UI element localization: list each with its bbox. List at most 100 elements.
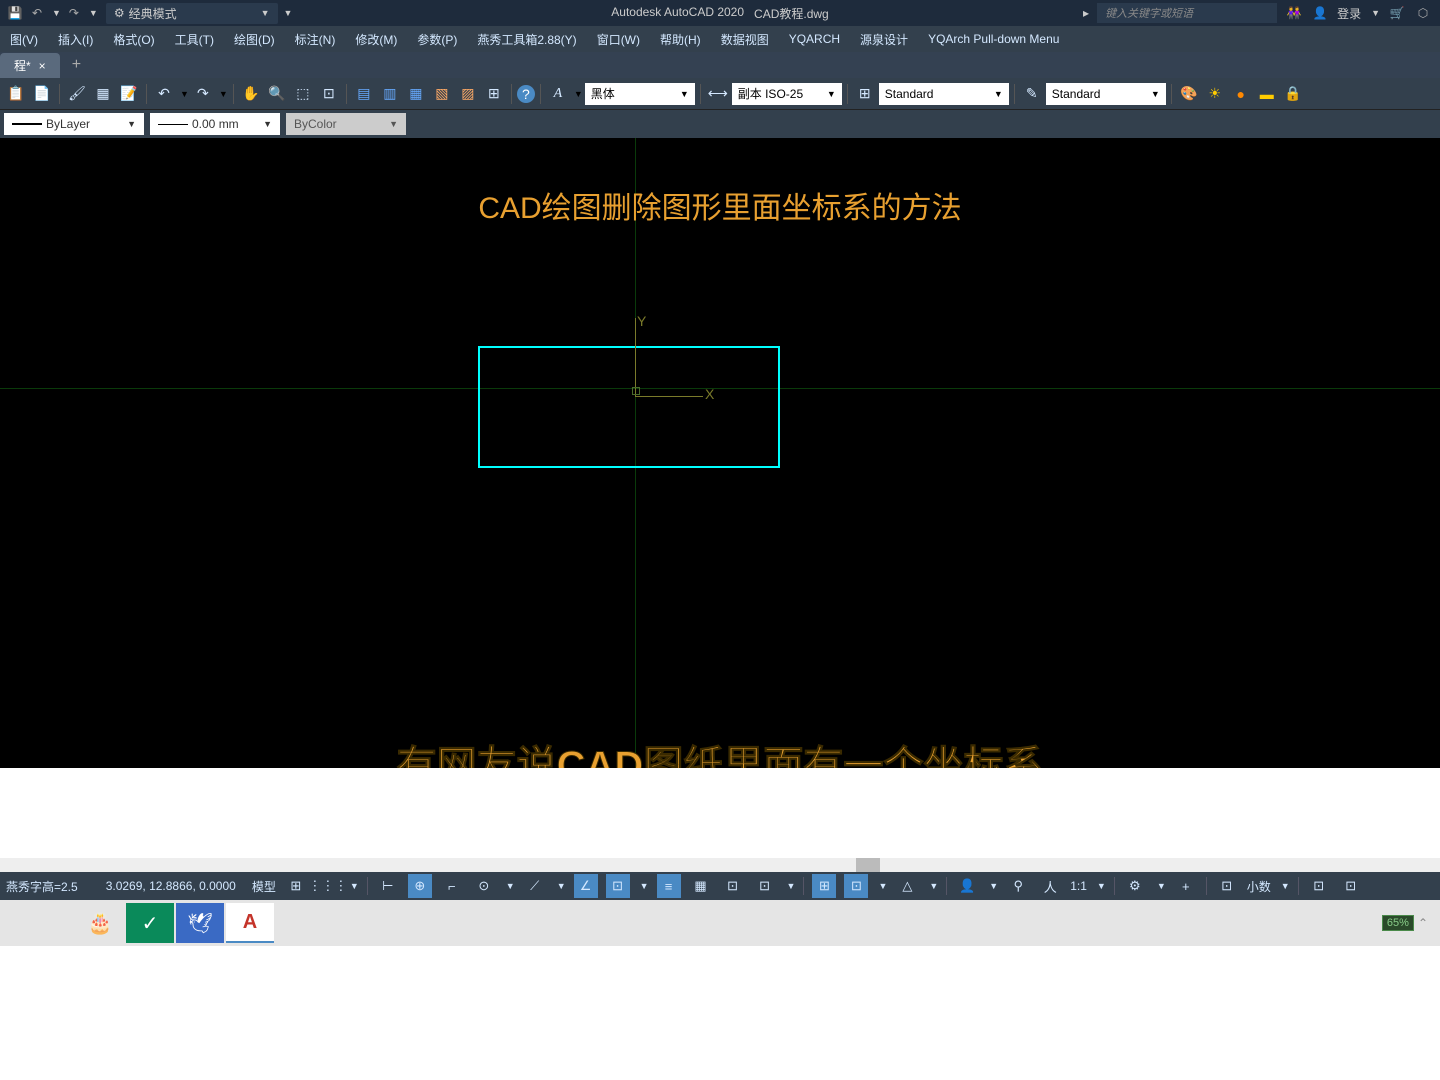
- coordinates[interactable]: 3.0269, 12.8866, 0.0000: [106, 879, 236, 893]
- menu-yuanquan[interactable]: 源泉设计: [856, 29, 912, 50]
- scrollbar-track[interactable]: [0, 858, 1440, 872]
- layer3-icon[interactable]: ▦: [404, 82, 428, 106]
- ortho-icon[interactable]: ⌐: [440, 874, 464, 898]
- menu-tools[interactable]: 工具(T): [171, 29, 218, 50]
- cycle-icon[interactable]: ⊡: [721, 874, 745, 898]
- scrollbar-thumb[interactable]: [856, 858, 880, 872]
- annomon-icon[interactable]: ⚲: [1006, 874, 1030, 898]
- layer2-icon[interactable]: ▥: [378, 82, 402, 106]
- anno3-icon[interactable]: △: [895, 874, 919, 898]
- props-icon[interactable]: 📝: [117, 82, 141, 106]
- cart-icon[interactable]: 🛒: [1388, 4, 1406, 22]
- menu-help[interactable]: 帮助(H): [656, 29, 705, 50]
- search-input[interactable]: 键入关键字或短语: [1097, 3, 1277, 23]
- redo-icon[interactable]: ↷: [65, 4, 83, 22]
- menu-modify[interactable]: 修改(M): [351, 29, 401, 50]
- menu-yqarch-pulldown[interactable]: YQArch Pull-down Menu: [924, 30, 1063, 48]
- menu-format[interactable]: 格式(O): [109, 29, 158, 50]
- new-tab-button[interactable]: +: [62, 52, 91, 78]
- layer5-icon[interactable]: ▨: [456, 82, 480, 106]
- expand-icon[interactable]: ⌃: [1418, 916, 1428, 930]
- iso-icon[interactable]: ⟋: [523, 874, 547, 898]
- color-combo[interactable]: ByColor ▼: [286, 113, 406, 135]
- grid-icon[interactable]: ⊞: [284, 874, 308, 898]
- copy-icon[interactable]: 📋: [4, 82, 28, 106]
- yellow-icon[interactable]: ▬: [1255, 82, 1279, 106]
- taskbar-autocad[interactable]: A: [226, 903, 274, 943]
- login-button[interactable]: 登录: [1337, 5, 1361, 22]
- menu-window[interactable]: 窗口(W): [593, 29, 644, 50]
- exchange-icon[interactable]: 👭: [1285, 4, 1303, 22]
- infocenter-arrow[interactable]: ▸: [1083, 6, 1089, 20]
- autodesk-icon[interactable]: ⬡: [1414, 4, 1432, 22]
- undo-dropdown[interactable]: ▼: [52, 8, 61, 18]
- menu-draw[interactable]: 绘图(D): [230, 29, 279, 50]
- snap-icon[interactable]: ⋮⋮⋮: [316, 874, 340, 898]
- custom-icon[interactable]: ⊡: [1339, 874, 1363, 898]
- anno2-icon[interactable]: ⊡: [844, 874, 868, 898]
- plus-icon[interactable]: +: [1174, 874, 1198, 898]
- close-icon[interactable]: ×: [39, 59, 46, 73]
- login-dropdown[interactable]: ▼: [1371, 8, 1380, 18]
- document-tab[interactable]: 程* ×: [0, 53, 60, 78]
- font-selector[interactable]: 黑体 ▼: [585, 83, 695, 105]
- user-icon[interactable]: 👤: [1311, 4, 1329, 22]
- layer-combo[interactable]: ByLayer ▼: [4, 113, 144, 135]
- layer4-icon[interactable]: ▧: [430, 82, 454, 106]
- workspace-selector[interactable]: ⚙ 经典模式 ▼: [106, 3, 278, 24]
- paste-icon[interactable]: 📄: [30, 82, 54, 106]
- menu-view[interactable]: 图(V): [6, 29, 42, 50]
- lineweight-combo[interactable]: 0.00 mm ▼: [150, 113, 280, 135]
- snap-dropdown[interactable]: ▼: [350, 881, 359, 891]
- save-icon[interactable]: 💾: [6, 4, 24, 22]
- workspace-icon[interactable]: 👤: [955, 874, 979, 898]
- zoomwin-icon[interactable]: ⬚: [291, 82, 315, 106]
- anno1-icon[interactable]: ⊞: [812, 874, 836, 898]
- zoom-icon[interactable]: 🔍: [265, 82, 289, 106]
- osnap2-icon[interactable]: ⊡: [606, 874, 630, 898]
- orange-icon[interactable]: ●: [1229, 82, 1253, 106]
- lock-icon[interactable]: 🔒: [1281, 82, 1305, 106]
- units-value[interactable]: 小数: [1247, 878, 1271, 895]
- scale-value[interactable]: 1:1: [1070, 879, 1087, 893]
- sun-icon[interactable]: ☀: [1203, 82, 1227, 106]
- 3dosnap-icon[interactable]: ⊡: [753, 874, 777, 898]
- taskbar-app1[interactable]: 🎂: [76, 903, 124, 943]
- taskbar-app3[interactable]: 🕊: [176, 903, 224, 943]
- help-icon[interactable]: ?: [517, 85, 535, 103]
- infer-icon[interactable]: ⊢: [376, 874, 400, 898]
- osnap-icon[interactable]: ∠: [574, 874, 598, 898]
- gear-icon[interactable]: ⚙: [1123, 874, 1147, 898]
- model-button[interactable]: 模型: [252, 878, 276, 895]
- lweight-icon[interactable]: ≡: [657, 874, 681, 898]
- drawing-canvas[interactable]: CAD绘图删除图形里面坐标系的方法 Y X 有网友说CAD图纸里面有一个坐标系: [0, 138, 1440, 768]
- zoom-value[interactable]: 65%: [1382, 915, 1414, 931]
- block-icon[interactable]: ▦: [91, 82, 115, 106]
- palette-icon[interactable]: 🎨: [1177, 82, 1201, 106]
- undo-icon[interactable]: ↶: [28, 4, 46, 22]
- textstyle-icon[interactable]: ⊞: [853, 82, 877, 106]
- menu-parametric[interactable]: 参数(P): [413, 29, 461, 50]
- dimstyle-selector[interactable]: 副本 ISO-25 ▼: [732, 83, 842, 105]
- dim-icon[interactable]: ⟷: [706, 82, 730, 106]
- qat-dropdown[interactable]: ▼: [284, 8, 293, 18]
- tablestyle-icon[interactable]: ✎: [1020, 82, 1044, 106]
- menu-dataview[interactable]: 数据视图: [717, 29, 773, 50]
- menu-dimension[interactable]: 标注(N): [291, 29, 340, 50]
- menu-yqarch[interactable]: YQARCH: [785, 30, 844, 48]
- table-icon[interactable]: ⊞: [482, 82, 506, 106]
- dynamic-icon[interactable]: ⊕: [408, 874, 432, 898]
- layer1-icon[interactable]: ▤: [352, 82, 376, 106]
- annoscale-icon[interactable]: 人: [1038, 874, 1062, 898]
- redo2-icon[interactable]: ↷: [191, 82, 215, 106]
- taskbar-app2[interactable]: ✓: [126, 903, 174, 943]
- menu-yanxiu[interactable]: 燕秀工具箱2.88(Y): [473, 29, 580, 50]
- zoomext-icon[interactable]: ⊡: [317, 82, 341, 106]
- tablestyle-selector[interactable]: Standard ▼: [1046, 83, 1166, 105]
- match-icon[interactable]: 🖌: [65, 82, 89, 106]
- quickprops-icon[interactable]: ⊡: [1307, 874, 1331, 898]
- textstyle-selector[interactable]: Standard ▼: [879, 83, 1009, 105]
- units-icon[interactable]: ⊡: [1215, 874, 1239, 898]
- undo2-icon[interactable]: ↶: [152, 82, 176, 106]
- pan-icon[interactable]: ✋: [239, 82, 263, 106]
